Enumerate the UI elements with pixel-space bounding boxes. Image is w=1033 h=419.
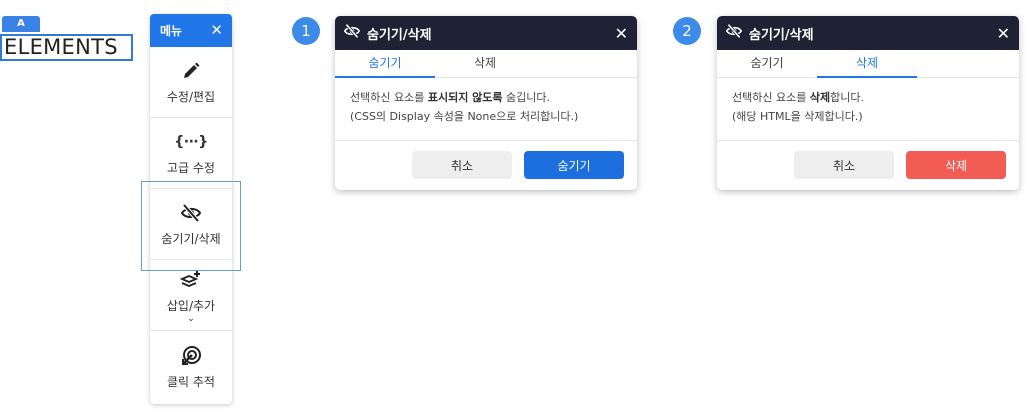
menu-header: 메뉴 ✕ bbox=[150, 14, 232, 47]
menu-item-label: 클릭 추적 bbox=[167, 374, 215, 389]
dialog-message: 선택하신 요소를 삭제합니다. (해당 HTML을 삭제합니다.) bbox=[717, 78, 1019, 141]
layers-plus-icon bbox=[180, 268, 202, 292]
dialog-footer: 취소 삭제 bbox=[717, 141, 1019, 190]
menu-item-edit[interactable]: 수정/편집 bbox=[150, 47, 232, 118]
eye-slash-icon bbox=[343, 23, 361, 43]
message-line-1: 선택하신 요소를 삭제합니다. bbox=[732, 91, 864, 104]
step-badge-1: 1 bbox=[292, 17, 320, 45]
menu-item-highlight bbox=[141, 181, 241, 271]
menu-item-label: 수정/편집 bbox=[166, 90, 216, 104]
close-icon[interactable]: ✕ bbox=[997, 24, 1010, 43]
menu-title: 메뉴 bbox=[160, 24, 183, 38]
dialog-header: 숨기기/삭제 ✕ bbox=[335, 16, 637, 50]
pencil-icon bbox=[181, 59, 201, 83]
cancel-button[interactable]: 취소 bbox=[412, 151, 512, 179]
dialog-title: 숨기기/삭제 bbox=[749, 27, 814, 43]
close-icon[interactable]: ✕ bbox=[615, 24, 628, 43]
tab-delete[interactable]: 삭제 bbox=[817, 50, 917, 78]
delete-button[interactable]: 삭제 bbox=[906, 151, 1006, 179]
hide-button[interactable]: 숨기기 bbox=[524, 151, 624, 179]
hide-delete-dialog-delete: 숨기기/삭제 ✕ 숨기기 삭제 선택하신 요소를 삭제합니다. (해당 HTML… bbox=[717, 16, 1019, 190]
dialog-title: 숨기기/삭제 bbox=[367, 27, 432, 43]
hide-delete-dialog-hide: 숨기기/삭제 ✕ 숨기기 삭제 선택하신 요소를 표시되지 않도록 숨깁니다. … bbox=[335, 16, 637, 190]
step-badge-2: 2 bbox=[673, 17, 701, 45]
selected-element-box[interactable]: ELEMENTS bbox=[0, 34, 133, 61]
chevron-down-icon[interactable]: ⌄ bbox=[187, 314, 195, 323]
message-line-2: (해당 HTML을 삭제합니다.) bbox=[732, 110, 863, 123]
message-line-1: 선택하신 요소를 표시되지 않도록 숨깁니다. bbox=[350, 91, 550, 104]
dialog-footer: 취소 숨기기 bbox=[335, 141, 637, 190]
dialog-tabs: 숨기기 삭제 bbox=[335, 50, 637, 78]
dialog-header: 숨기기/삭제 ✕ bbox=[717, 16, 1019, 50]
tab-hide[interactable]: 숨기기 bbox=[717, 50, 817, 78]
tab-hide[interactable]: 숨기기 bbox=[335, 50, 435, 78]
menu-item-label: 삽입/추가 bbox=[166, 298, 216, 313]
dialog-tabs: 숨기기 삭제 bbox=[717, 50, 1019, 78]
message-line-2: (CSS의 Display 속성을 None으로 처리합니다.) bbox=[350, 110, 579, 123]
menu-item-click-tracking[interactable]: 클릭 추적 bbox=[150, 331, 232, 402]
dialog-message: 선택하신 요소를 표시되지 않도록 숨깁니다. (CSS의 Display 속성… bbox=[335, 78, 637, 141]
menu-item-label: 고급 수정 bbox=[167, 161, 215, 175]
element-tag-badge: A bbox=[2, 16, 40, 32]
eye-slash-icon bbox=[725, 23, 743, 43]
click-target-icon bbox=[180, 344, 202, 368]
menu-close-icon[interactable]: ✕ bbox=[210, 23, 223, 38]
cancel-button[interactable]: 취소 bbox=[794, 151, 894, 179]
menu-item-advanced-edit[interactable]: {···} 고급 수정 bbox=[150, 118, 232, 189]
code-braces-icon: {···} bbox=[174, 134, 208, 150]
tab-delete[interactable]: 삭제 bbox=[435, 50, 535, 78]
